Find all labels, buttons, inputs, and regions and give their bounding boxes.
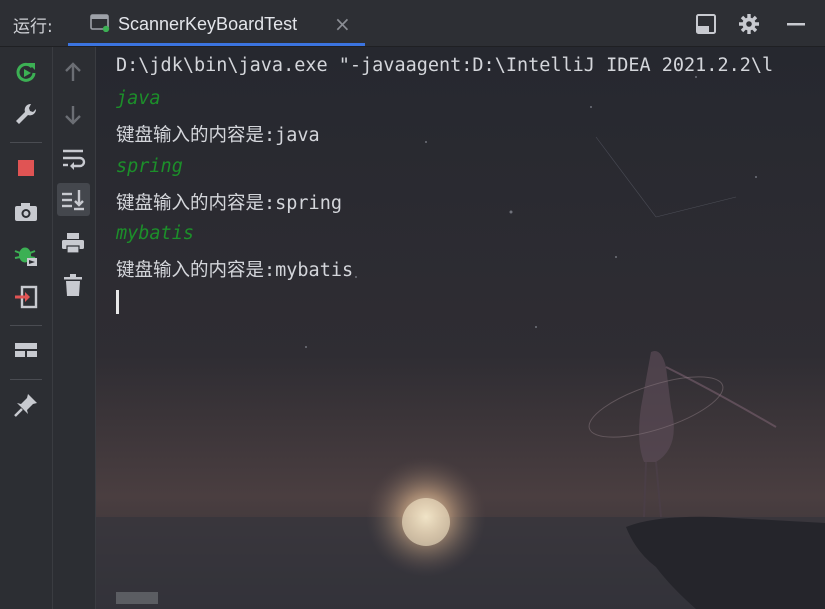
console-input-line: java xyxy=(116,88,161,109)
toolbar-separator xyxy=(10,379,42,380)
horizontal-scrollbar[interactable] xyxy=(116,592,158,604)
arrow-down-icon[interactable] xyxy=(58,100,88,130)
camera-icon[interactable] xyxy=(11,197,41,227)
window-actions xyxy=(695,0,825,46)
debug-bug-icon[interactable] xyxy=(11,240,41,270)
toolbar-separator xyxy=(10,325,42,326)
console-run-icon xyxy=(90,14,110,33)
gear-icon[interactable] xyxy=(738,13,760,35)
wrench-icon[interactable] xyxy=(11,99,41,129)
tab-title: ScannerKeyBoardTest xyxy=(118,14,298,34)
soft-wrap-icon[interactable] xyxy=(58,143,88,173)
print-icon[interactable] xyxy=(58,228,88,258)
exit-icon[interactable] xyxy=(11,282,41,312)
console-output-line: 键盘输入的内容是:java xyxy=(116,125,320,146)
console-output-line: 键盘输入的内容是:mybatis xyxy=(116,260,354,281)
console-output[interactable]: D:\jdk\bin\java.exe "-javaagent:D:\Intel… xyxy=(96,47,825,609)
run-tool-window: 运行: ScannerKeyBoardTest × D:\jdk\bin\jav… xyxy=(0,0,825,609)
console-input-line: spring xyxy=(116,156,183,177)
active-tab-indicator xyxy=(68,43,365,46)
stop-icon[interactable] xyxy=(11,153,41,183)
close-icon[interactable]: × xyxy=(334,12,351,36)
console-input-line: mybatis xyxy=(116,223,194,244)
pin-icon[interactable] xyxy=(11,390,41,420)
layout-grid-icon[interactable] xyxy=(11,335,41,365)
text-caret xyxy=(116,290,119,314)
rerun-icon[interactable] xyxy=(11,57,41,87)
run-toolbar-primary xyxy=(0,47,53,609)
run-panel-label: 运行: xyxy=(13,17,53,37)
minimize-icon[interactable] xyxy=(785,13,807,35)
console-output-line: 键盘输入的内容是:spring xyxy=(116,193,342,214)
scroll-to-end-icon[interactable] xyxy=(58,185,88,215)
layout-icon[interactable] xyxy=(695,13,717,35)
trash-icon[interactable] xyxy=(58,270,88,300)
tab-scanner-keyboard-test[interactable]: ScannerKeyBoardTest × xyxy=(72,0,364,46)
run-tab-bar: 运行: ScannerKeyBoardTest × xyxy=(0,0,825,47)
run-toolbar-secondary xyxy=(53,47,96,609)
toolbar-separator xyxy=(10,142,42,143)
console-command-line: D:\jdk\bin\java.exe "-javaagent:D:\Intel… xyxy=(116,55,774,76)
arrow-up-icon[interactable] xyxy=(58,57,88,87)
